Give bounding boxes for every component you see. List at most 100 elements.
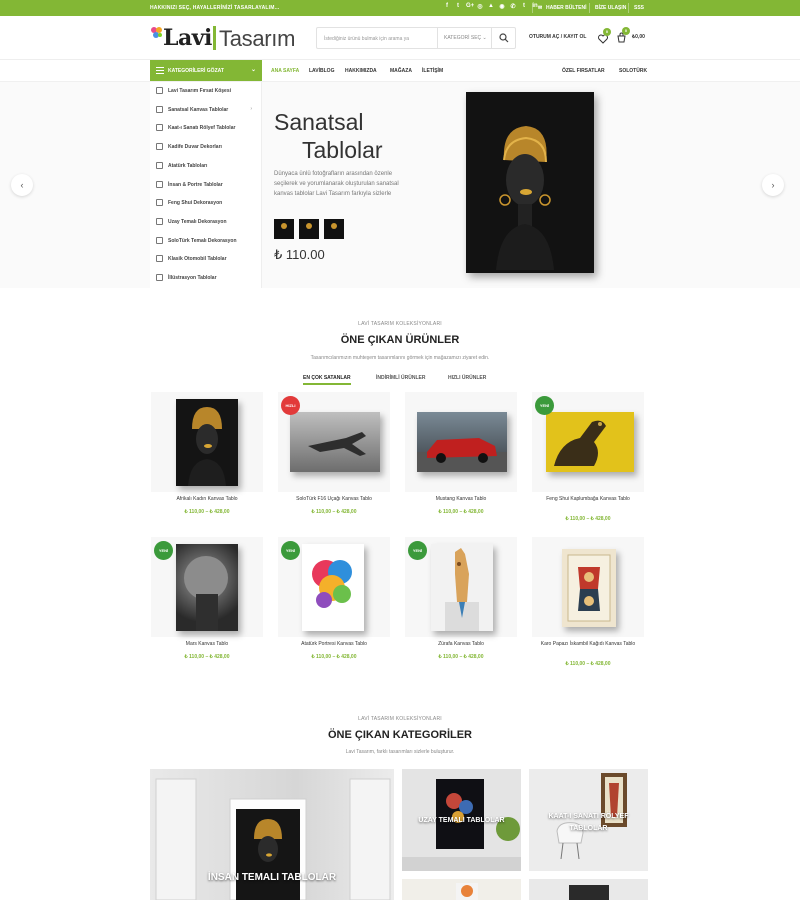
- product-price: ₺ 110,00 – ₺ 428,00: [311, 654, 357, 660]
- section-subtitle: LAVİ TASARIM KOLEKSİYONLARI: [358, 716, 442, 722]
- tab-best-sellers[interactable]: EN ÇOK SATANLAR: [303, 375, 351, 385]
- nav-home[interactable]: ANA SAYFA: [271, 68, 299, 74]
- tab-fast[interactable]: HIZLI ÜRÜNLER: [448, 375, 486, 381]
- facebook-icon[interactable]: f: [444, 3, 450, 10]
- category-tile[interactable]: [402, 879, 521, 900]
- slider-prev-button[interactable]: ‹: [11, 174, 33, 196]
- logo-mark-icon: [150, 26, 164, 43]
- hero-description: Dünyaca ünlü fotoğrafların arasından öze…: [274, 171, 399, 197]
- hero-thumbnail[interactable]: [274, 219, 294, 239]
- menu-icon: [156, 67, 164, 74]
- product-price: ₺ 110,00 – ₺ 428,00: [184, 509, 230, 515]
- category-icon: [156, 105, 163, 113]
- product-card[interactable]: [405, 392, 517, 492]
- chevron-down-icon: ⌄: [250, 67, 256, 73]
- product-image: [176, 399, 238, 486]
- twitter-icon[interactable]: t: [455, 3, 461, 10]
- side-menu-item[interactable]: İnsan & Portre Tablolar: [150, 176, 262, 195]
- side-menu-item[interactable]: Kadife Duvar Dekorları: [150, 138, 262, 157]
- cart-total: ₺0,00: [632, 34, 645, 40]
- slider-next-button[interactable]: ›: [762, 174, 784, 196]
- tab-discounted[interactable]: İNDİRİMLİ ÜRÜNLER: [376, 375, 425, 381]
- hero-title-line2: Tablolar: [302, 137, 383, 163]
- nav-blog[interactable]: LAVİBLOG: [309, 68, 334, 74]
- category-icon: [156, 255, 163, 263]
- product-name[interactable]: Mustang Kanvas Tablo: [405, 496, 517, 503]
- product-card[interactable]: YENİ: [278, 537, 390, 637]
- logo-text-right: Tasarım: [219, 26, 296, 51]
- whatsapp-icon[interactable]: ✆: [510, 3, 516, 10]
- product-name[interactable]: Afrikalı Kadın Kanvas Tablo: [151, 496, 263, 503]
- side-menu-item[interactable]: Kaat-ı Sanatı Rölyef Tablolar: [150, 119, 262, 138]
- product-image: [302, 544, 364, 631]
- side-menu-item[interactable]: İllüstrasyon Tablolar: [150, 269, 262, 288]
- category-tile[interactable]: [529, 879, 648, 900]
- nav-soloturk[interactable]: SOLOTÜRK: [619, 68, 647, 74]
- product-card[interactable]: YENİ: [151, 537, 263, 637]
- tumblr-icon[interactable]: t: [521, 3, 527, 10]
- youtube-icon[interactable]: ▲: [488, 3, 494, 10]
- product-card[interactable]: [532, 537, 644, 637]
- product-name[interactable]: SoloTürk F16 Uçağı Kanvas Tablo: [278, 496, 390, 503]
- side-menu-label: Kadife Duvar Dekorları: [168, 144, 222, 151]
- product-card[interactable]: HIZLI: [278, 392, 390, 492]
- category-tile[interactable]: KAAT-I SANATI RÖLYEF TABLOLAR: [529, 769, 648, 871]
- faq-link[interactable]: SSS: [634, 5, 644, 11]
- side-menu-item[interactable]: Sanatsal Kanvas Tablolar ›: [150, 101, 262, 120]
- category-tile[interactable]: İNSAN TEMALI TABLOLAR: [150, 769, 394, 900]
- product-name[interactable]: Atatürk Portresi Kanvas Tablo: [278, 641, 390, 648]
- logo-text-left: Lavi: [163, 25, 212, 51]
- divider: [628, 3, 629, 13]
- logo-divider: [213, 26, 216, 50]
- product-name[interactable]: Mars Kanvas Tablo: [151, 641, 263, 648]
- product-name[interactable]: Zürafa Kanvas Tablo: [405, 641, 517, 648]
- product-price: ₺ 110,00 – ₺ 428,00: [438, 654, 484, 660]
- product-image: [562, 549, 616, 627]
- browse-categories-button[interactable]: KATEGORİLERİ GÖZAT ⌄: [150, 60, 262, 82]
- category-icon: [156, 143, 163, 151]
- login-register-link[interactable]: OTURUM AÇ / KAYIT OL: [529, 34, 586, 40]
- chevron-right-icon: ›: [250, 105, 252, 112]
- hero-thumbnail[interactable]: [324, 219, 344, 239]
- product-name[interactable]: Karo Papazı İskambil Kağıdı Kanvas Tablo: [532, 641, 644, 648]
- newsletter-link[interactable]: HABER BÜLTENİ: [546, 5, 586, 11]
- side-menu-label: Sanatsal Kanvas Tablolar: [168, 106, 229, 113]
- search-category-select[interactable]: KATEGORİ SEÇ ⌄: [437, 28, 492, 48]
- section-subtitle: LAVİ TASARIM KOLEKSİYONLARI: [358, 321, 442, 327]
- product-image: [417, 412, 507, 472]
- hero-thumbnail[interactable]: [299, 219, 319, 239]
- nav-special-offers[interactable]: ÖZEL FIRSATLAR: [562, 68, 605, 74]
- category-icon: [156, 236, 163, 244]
- side-menu-item[interactable]: Klasik Otomobil Tablolar: [150, 250, 262, 269]
- product-name[interactable]: Feng Shui Kaplumbağa Kanvas Tablo: [532, 496, 644, 503]
- product-card[interactable]: YENİ: [532, 392, 644, 492]
- google-plus-icon[interactable]: G+: [466, 3, 474, 10]
- side-menu-item[interactable]: Feng Shui Dekorasyon: [150, 194, 262, 213]
- category-title: UZAY TEMALI TABLOLAR: [418, 817, 505, 824]
- instagram-icon[interactable]: ◎: [477, 3, 483, 10]
- pinterest-icon[interactable]: ◉: [499, 3, 505, 10]
- hero-title-line1: Sanatsal: [274, 109, 364, 135]
- side-menu-item[interactable]: SoloTürk Temalı Dekorasyon: [150, 232, 262, 251]
- nav-about[interactable]: HAKKIMIZDA: [345, 68, 377, 74]
- portrait-illustration: [496, 126, 554, 270]
- divider: [532, 3, 533, 13]
- hero-product-image[interactable]: [466, 92, 594, 273]
- nav-shop[interactable]: MAĞAZA: [390, 68, 412, 74]
- wishlist-button[interactable]: 0: [598, 28, 611, 49]
- contact-link[interactable]: BİZE ULAŞIN: [595, 5, 626, 11]
- search-input[interactable]: İstediğiniz ürünü bulmak için arama ya: [324, 36, 409, 42]
- side-menu-item[interactable]: Lavi Tasarım Fırsat Köşesi: [150, 82, 262, 101]
- product-badge: YENİ: [154, 541, 173, 560]
- product-card[interactable]: YENİ: [405, 537, 517, 637]
- side-menu-item[interactable]: Uzay Temalı Dekorasyon: [150, 213, 262, 232]
- nav-contact[interactable]: İLETİŞİM: [422, 68, 443, 74]
- side-menu-item[interactable]: Atatürk Tabloları: [150, 157, 262, 176]
- category-tile[interactable]: UZAY TEMALI TABLOLAR: [402, 769, 521, 871]
- product-card[interactable]: [151, 392, 263, 492]
- hero-price: ₺ 110.00: [274, 247, 325, 262]
- cart-button[interactable]: 0: [616, 27, 630, 48]
- browse-categories-label: KATEGORİLERİ GÖZAT: [168, 68, 224, 74]
- search-button[interactable]: [491, 28, 515, 48]
- site-logo[interactable]: Lavi Tasarım: [150, 22, 310, 56]
